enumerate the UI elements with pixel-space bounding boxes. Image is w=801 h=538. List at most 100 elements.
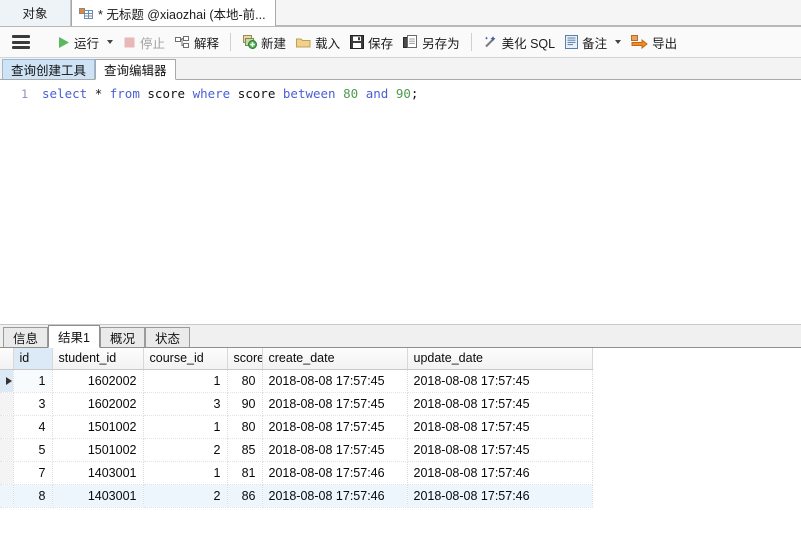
cell-student-id[interactable]: 1602002 bbox=[52, 392, 144, 416]
sql-code-line: 1 select * from score where score betwee… bbox=[0, 80, 801, 101]
column-header-student-id[interactable]: student_id bbox=[52, 348, 144, 370]
column-header-id[interactable]: id bbox=[13, 348, 53, 370]
cell-course-id[interactable]: 1 bbox=[143, 369, 228, 393]
result-grid-header: id student_id course_id score create_dat… bbox=[0, 348, 593, 370]
cell-course-id[interactable]: 2 bbox=[143, 438, 228, 462]
row-marker[interactable] bbox=[0, 369, 14, 393]
tab-objects-label: 对象 bbox=[22, 7, 48, 21]
column-header-update-date[interactable]: update_date bbox=[407, 348, 593, 370]
column-header-create-date[interactable]: create_date bbox=[262, 348, 408, 370]
cell-create-date[interactable]: 2018-08-08 17:57:46 bbox=[262, 461, 408, 485]
cell-update-date[interactable]: 2018-08-08 17:57:45 bbox=[407, 415, 593, 439]
run-button[interactable]: 运行 bbox=[52, 30, 104, 54]
tab-untitled-query[interactable]: * 无标题 @xiaozhai (本地-前... bbox=[71, 0, 276, 26]
column-header-course-id[interactable]: course_id bbox=[143, 348, 228, 370]
run-button-label: 运行 bbox=[74, 36, 100, 51]
table-row[interactable]: 8 1403001 2 86 2018-08-08 17:57:46 2018-08-08… bbox=[0, 484, 593, 508]
sql-token-kw: and bbox=[365, 86, 389, 101]
beautify-sql-button-label: 美化 SQL bbox=[501, 36, 556, 51]
cell-id[interactable]: 1 bbox=[13, 369, 53, 393]
cell-course-id[interactable]: 1 bbox=[143, 461, 228, 485]
cell-create-date[interactable]: 2018-08-08 17:57:46 bbox=[262, 484, 408, 508]
cell-score[interactable]: 86 bbox=[227, 484, 263, 508]
tab-untitled-query-label: * 无标题 @xiaozhai (本地-前... bbox=[98, 7, 266, 22]
tab-info[interactable]: 信息 bbox=[3, 327, 49, 347]
explain-button-label: 解释 bbox=[194, 36, 220, 51]
row-marker[interactable] bbox=[0, 438, 14, 462]
sql-statement: select * from score where score between … bbox=[42, 86, 418, 101]
sql-token-kw: where bbox=[192, 86, 231, 101]
cell-score[interactable]: 80 bbox=[227, 415, 263, 439]
stop-button[interactable]: 停止 bbox=[118, 30, 170, 54]
new-query-button-label: 新建 bbox=[261, 36, 287, 51]
new-query-icon bbox=[242, 35, 258, 49]
tab-query-builder[interactable]: 查询创建工具 bbox=[2, 59, 96, 79]
row-marker-header bbox=[0, 348, 14, 370]
table-row[interactable]: 4 1501002 1 80 2018-08-08 17:57:45 2018-08-08… bbox=[0, 415, 593, 439]
note-button[interactable]: 备注 bbox=[560, 30, 612, 54]
cell-update-date[interactable]: 2018-08-08 17:57:45 bbox=[407, 369, 593, 393]
cell-score[interactable]: 81 bbox=[227, 461, 263, 485]
cell-id[interactable]: 3 bbox=[13, 392, 53, 416]
sql-token-plain bbox=[275, 86, 283, 101]
cell-create-date[interactable]: 2018-08-08 17:57:45 bbox=[262, 392, 408, 416]
new-query-button[interactable]: 新建 bbox=[237, 30, 291, 54]
cell-create-date[interactable]: 2018-08-08 17:57:45 bbox=[262, 369, 408, 393]
result-grid-container[interactable]: id student_id course_id score create_dat… bbox=[0, 348, 801, 516]
save-button-label: 保存 bbox=[368, 36, 394, 51]
sql-editor-area[interactable]: 1 select * from score where score betwee… bbox=[0, 80, 801, 325]
tab-status[interactable]: 状态 bbox=[144, 327, 190, 347]
load-button[interactable]: 载入 bbox=[291, 30, 345, 54]
row-marker[interactable] bbox=[0, 392, 14, 416]
tab-profile[interactable]: 概况 bbox=[99, 327, 145, 347]
tab-objects[interactable]: 对象 bbox=[0, 0, 71, 26]
cell-update-date[interactable]: 2018-08-08 17:57:45 bbox=[407, 392, 593, 416]
cell-student-id[interactable]: 1501002 bbox=[52, 438, 144, 462]
cell-score[interactable]: 80 bbox=[227, 369, 263, 393]
export-button[interactable]: 导出 bbox=[626, 30, 682, 54]
sql-token-plain bbox=[336, 86, 344, 101]
run-dropdown-caret-icon[interactable] bbox=[107, 40, 114, 44]
cell-create-date[interactable]: 2018-08-08 17:57:45 bbox=[262, 415, 408, 439]
table-row[interactable]: 1 1602002 1 80 2018-08-08 17:57:45 2018-08-08… bbox=[0, 369, 593, 393]
row-marker[interactable] bbox=[0, 484, 14, 508]
cell-id[interactable]: 5 bbox=[13, 438, 53, 462]
column-header-score[interactable]: score bbox=[227, 348, 263, 370]
table-row[interactable]: 7 1403001 1 81 2018-08-08 17:57:46 2018-08-08… bbox=[0, 461, 593, 485]
cell-score[interactable]: 90 bbox=[227, 392, 263, 416]
tab-result-1[interactable]: 结果1 bbox=[48, 325, 100, 348]
hamburger-menu-icon[interactable] bbox=[12, 35, 30, 49]
cell-course-id[interactable]: 1 bbox=[143, 415, 228, 439]
sql-token-num: 90 bbox=[395, 86, 411, 101]
cell-update-date[interactable]: 2018-08-08 17:57:45 bbox=[407, 438, 593, 462]
cell-course-id[interactable]: 2 bbox=[143, 484, 228, 508]
stop-button-label: 停止 bbox=[140, 36, 166, 51]
cell-id[interactable]: 4 bbox=[13, 415, 53, 439]
cell-update-date[interactable]: 2018-08-08 17:57:46 bbox=[407, 461, 593, 485]
cell-update-date[interactable]: 2018-08-08 17:57:46 bbox=[407, 484, 593, 508]
cell-course-id[interactable]: 3 bbox=[143, 392, 228, 416]
sql-token-plain bbox=[388, 86, 396, 101]
explain-button[interactable]: 解释 bbox=[170, 30, 224, 54]
row-marker[interactable] bbox=[0, 461, 14, 485]
cell-student-id[interactable]: 1403001 bbox=[52, 484, 144, 508]
cell-student-id[interactable]: 1602002 bbox=[52, 369, 144, 393]
note-dropdown-caret-icon[interactable] bbox=[615, 40, 622, 44]
save-as-icon bbox=[403, 35, 418, 49]
cell-create-date[interactable]: 2018-08-08 17:57:45 bbox=[262, 438, 408, 462]
tab-query-editor[interactable]: 查询编辑器 bbox=[95, 59, 176, 80]
save-as-button[interactable]: 另存为 bbox=[398, 30, 465, 54]
cell-student-id[interactable]: 1403001 bbox=[52, 461, 144, 485]
query-table-icon bbox=[79, 7, 93, 20]
beautify-sql-button[interactable]: 美化 SQL bbox=[478, 30, 561, 54]
cell-id[interactable]: 7 bbox=[13, 461, 53, 485]
cell-score[interactable]: 85 bbox=[227, 438, 263, 462]
editor-toolbar: 运行 停止 解释 新建 载入 保存 另存为 美化 SQL 备注 导出 bbox=[0, 27, 801, 58]
toolbar-divider-2 bbox=[470, 33, 472, 51]
save-button[interactable]: 保存 bbox=[345, 30, 398, 54]
cell-student-id[interactable]: 1501002 bbox=[52, 415, 144, 439]
table-row[interactable]: 5 1501002 2 85 2018-08-08 17:57:45 2018-08-08… bbox=[0, 438, 593, 462]
row-marker[interactable] bbox=[0, 415, 14, 439]
table-row[interactable]: 3 1602002 3 90 2018-08-08 17:57:45 2018-08-08… bbox=[0, 392, 593, 416]
cell-id[interactable]: 8 bbox=[13, 484, 53, 508]
